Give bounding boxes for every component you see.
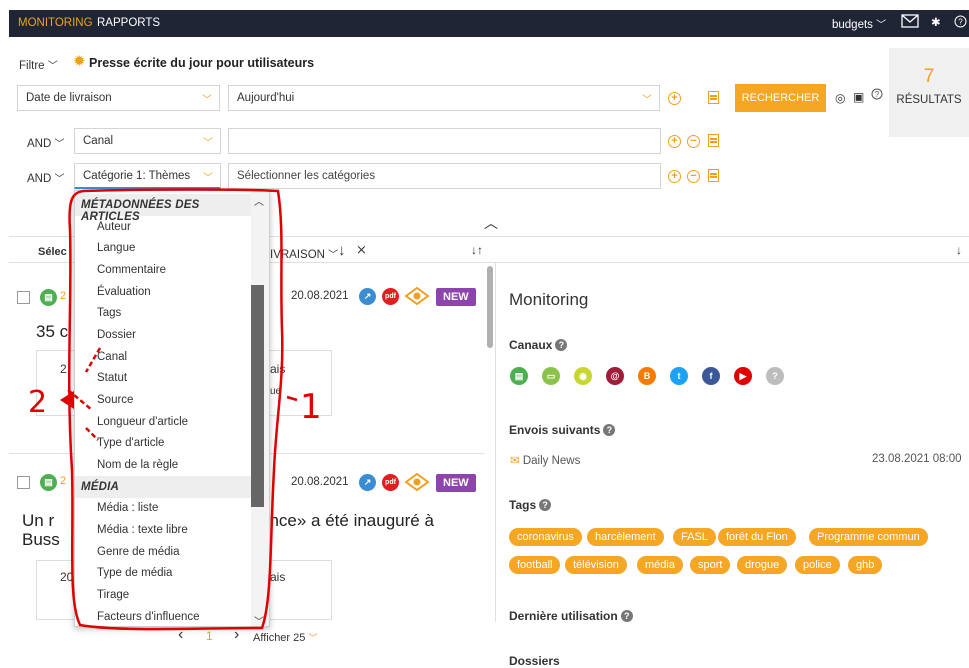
red-annotation-overlay: 2 1	[28, 188, 322, 631]
annotation-label-2: 2	[28, 385, 47, 420]
annotation-label-1: 1	[300, 387, 322, 427]
